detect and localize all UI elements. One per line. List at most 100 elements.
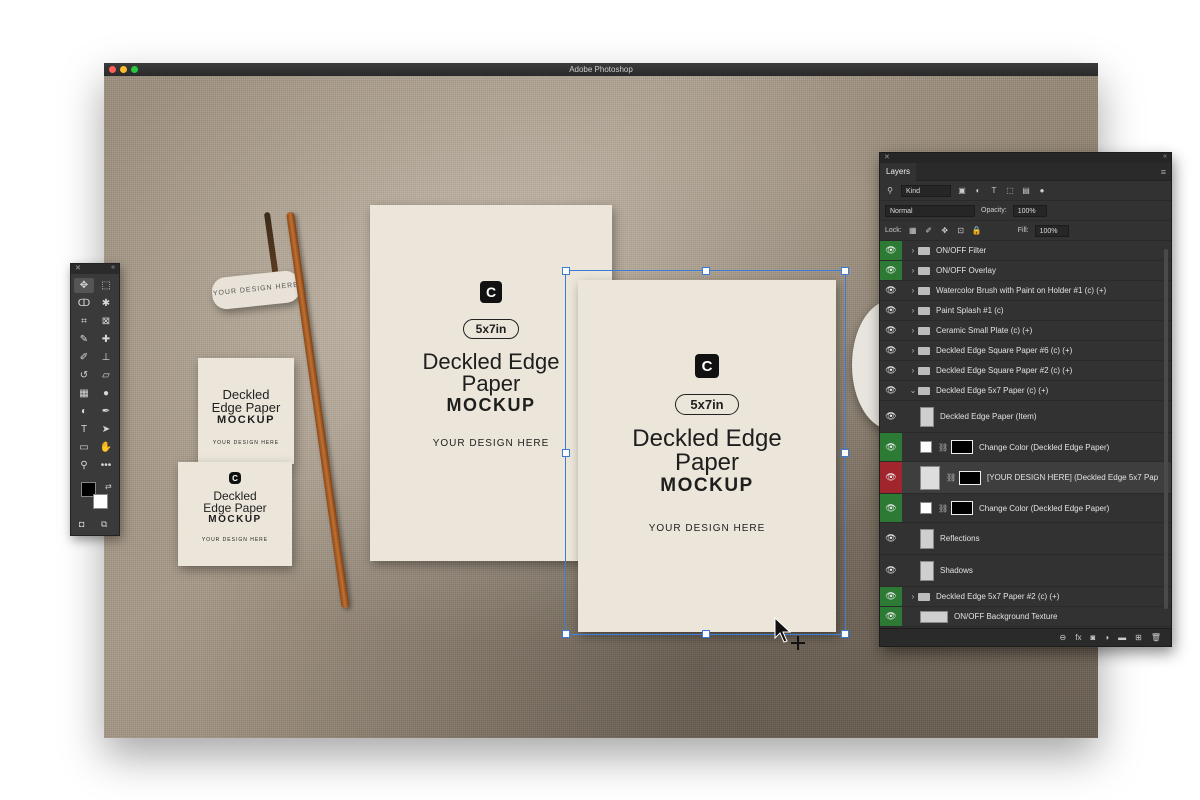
visibility-eye-icon[interactable]: 👁 xyxy=(880,301,902,320)
shape-tool-icon[interactable]: ▭ xyxy=(74,440,94,455)
blend-mode-select[interactable]: Normal xyxy=(885,204,975,217)
brush-tool-icon[interactable]: ✐ xyxy=(74,350,94,365)
zoom-tool-icon[interactable]: ⚲ xyxy=(74,458,94,473)
layer-row[interactable]: 👁 Reflections xyxy=(880,523,1171,555)
layer-row[interactable]: 👁 › Ceramic Small Plate (c) (+) xyxy=(880,321,1171,341)
stamp-tool-icon[interactable]: ⊥ xyxy=(96,350,116,365)
filter-smart-object-icon[interactable]: ▤ xyxy=(1021,186,1031,196)
handle-top-right[interactable] xyxy=(841,267,849,275)
quick-mask-icon[interactable]: ◘ xyxy=(79,519,84,529)
handle-middle-left[interactable] xyxy=(562,449,570,457)
close-window-button[interactable] xyxy=(109,66,116,73)
eyedropper-tool-icon[interactable]: ✎ xyxy=(74,332,94,347)
layer-row[interactable]: 👁 › Watercolor Brush with Paint on Holder … xyxy=(880,281,1171,301)
chevron-right-icon[interactable]: › xyxy=(908,366,918,375)
new-group-icon[interactable]: ▬ xyxy=(1118,633,1126,642)
close-panel-icon[interactable]: ✕ xyxy=(884,153,890,163)
handle-top-left[interactable] xyxy=(562,267,570,275)
filter-adjustment-icon[interactable]: ◐ xyxy=(973,186,983,196)
history-brush-tool-icon[interactable]: ↺ xyxy=(74,368,94,383)
close-panel-icon[interactable]: ✕ xyxy=(75,264,81,274)
lock-transparent-icon[interactable]: ▦ xyxy=(908,226,918,236)
visibility-eye-icon[interactable]: 👁 xyxy=(880,281,902,300)
visibility-eye-icon[interactable]: 👁 xyxy=(880,433,902,461)
handle-top-center[interactable] xyxy=(702,267,710,275)
link-layers-icon[interactable]: ⊖ xyxy=(1060,633,1067,642)
layer-row[interactable]: 👁 › ON/OFF Filter xyxy=(880,241,1171,261)
gradient-tool-icon[interactable]: ▦ xyxy=(74,386,94,401)
layer-row[interactable]: 👁 Shadows xyxy=(880,555,1171,587)
move-tool-icon[interactable]: ✥ xyxy=(74,278,94,293)
chevron-right-icon[interactable]: › xyxy=(908,266,918,275)
lock-all-icon[interactable]: 🔒 xyxy=(972,226,982,236)
collapse-panel-icon[interactable]: « xyxy=(1163,153,1167,163)
visibility-eye-icon[interactable]: 👁 xyxy=(880,555,902,586)
handle-bottom-left[interactable] xyxy=(562,630,570,638)
visibility-eye-icon[interactable]: 👁 xyxy=(880,261,902,280)
type-tool-icon[interactable]: T xyxy=(74,422,94,437)
zoom-window-button[interactable] xyxy=(131,66,138,73)
lasso-tool-icon[interactable]: ↀ xyxy=(74,296,94,311)
chain-link-icon[interactable]: ⛓ xyxy=(938,504,948,513)
chevron-right-icon[interactable]: › xyxy=(908,306,918,315)
marquee-tool-icon[interactable]: ⬚ xyxy=(96,278,116,293)
visibility-eye-icon[interactable]: 👁 xyxy=(880,462,902,493)
handle-bottom-right[interactable] xyxy=(841,630,849,638)
chain-link-icon[interactable]: ⛓ xyxy=(938,443,948,452)
layer-row[interactable]: 👁 ⛓ Change Color (Deckled Edge Paper) xyxy=(880,433,1171,462)
chain-link-icon[interactable]: ⛓ xyxy=(946,473,956,482)
crop-tool-icon[interactable]: ⌗ xyxy=(74,314,94,329)
chevron-right-icon[interactable]: › xyxy=(908,592,918,601)
layers-scrollbar[interactable] xyxy=(1164,249,1168,609)
visibility-eye-icon[interactable]: 👁 xyxy=(880,494,902,522)
lock-artboard-icon[interactable]: ⊡ xyxy=(956,226,966,236)
fx-icon[interactable]: fx xyxy=(1075,633,1081,642)
filter-shape-icon[interactable]: ⬚ xyxy=(1005,186,1015,196)
chevron-right-icon[interactable]: › xyxy=(908,286,918,295)
handle-bottom-center[interactable] xyxy=(702,630,710,638)
chevron-down-icon[interactable]: ⌄ xyxy=(908,386,918,395)
transform-bounding-box[interactable] xyxy=(562,267,849,638)
filter-toggle-icon[interactable]: ● xyxy=(1037,186,1047,196)
dodge-tool-icon[interactable]: ◐ xyxy=(74,404,94,419)
filter-pixel-icon[interactable]: ▣ xyxy=(957,186,967,196)
layer-row[interactable]: 👁 › Deckled Edge Square Paper #2 (c) (+) xyxy=(880,361,1171,381)
lock-position-icon[interactable]: ✥ xyxy=(940,226,950,236)
magic-wand-tool-icon[interactable]: ✱ xyxy=(96,296,116,311)
visibility-eye-icon[interactable]: 👁 xyxy=(880,241,902,260)
layer-row[interactable]: 👁 ⛓ Change Color (Deckled Edge Paper) xyxy=(880,494,1171,523)
hand-tool-icon[interactable]: ✋ xyxy=(96,440,116,455)
layer-row[interactable]: 👁 ⌄ Deckled Edge 5x7 Paper (c) (+) xyxy=(880,381,1171,401)
trash-icon[interactable]: 🗑 xyxy=(1151,633,1161,642)
pen-tool-icon[interactable]: ✒ xyxy=(96,404,116,419)
chevron-right-icon[interactable]: › xyxy=(908,326,918,335)
layer-row[interactable]: 👁 ON/OFF Background Texture xyxy=(880,607,1171,627)
visibility-eye-icon[interactable]: 👁 xyxy=(880,381,902,400)
visibility-eye-icon[interactable]: 👁 xyxy=(880,341,902,360)
healing-tool-icon[interactable]: ✚ xyxy=(96,332,116,347)
layer-row[interactable]: 👁 › ON/OFF Overlay xyxy=(880,261,1171,281)
layer-row[interactable]: 👁 ⛓ [YOUR DESIGN HERE] (Deckled Edge 5x7 P… xyxy=(880,462,1171,494)
layer-row[interactable]: 👁 › Paint Splash #1 (c) xyxy=(880,301,1171,321)
adjustment-layer-icon[interactable]: ◑ xyxy=(1104,633,1109,642)
layer-row[interactable]: 👁 Deckled Edge Paper (Item) xyxy=(880,401,1171,433)
swap-colors-icon[interactable]: ⇄ xyxy=(105,482,112,491)
blur-tool-icon[interactable]: ● xyxy=(96,386,116,401)
chevron-right-icon[interactable]: › xyxy=(908,346,918,355)
visibility-eye-icon[interactable]: 👁 xyxy=(880,523,902,554)
visibility-eye-icon[interactable]: 👁 xyxy=(880,607,902,626)
layer-row[interactable]: 👁 › Deckled Edge 5x7 Paper #2 (c) (+) xyxy=(880,587,1171,607)
fill-input[interactable]: 100% xyxy=(1034,224,1069,237)
background-color-swatch[interactable] xyxy=(93,494,108,509)
eraser-tool-icon[interactable]: ▱ xyxy=(96,368,116,383)
opacity-input[interactable]: 100% xyxy=(1012,204,1047,217)
more-tools-icon[interactable]: ••• xyxy=(96,458,116,473)
path-select-tool-icon[interactable]: ➤ xyxy=(96,422,116,437)
handle-middle-right[interactable] xyxy=(841,449,849,457)
add-mask-icon[interactable]: ◙ xyxy=(1090,633,1095,642)
visibility-eye-icon[interactable]: 👁 xyxy=(880,587,902,606)
filter-type-icon[interactable]: T xyxy=(989,186,999,196)
chevron-right-icon[interactable]: › xyxy=(908,246,918,255)
new-layer-icon[interactable]: ⊞ xyxy=(1135,633,1142,642)
layer-row[interactable]: 👁 › Deckled Edge Square Paper #6 (c) (+) xyxy=(880,341,1171,361)
